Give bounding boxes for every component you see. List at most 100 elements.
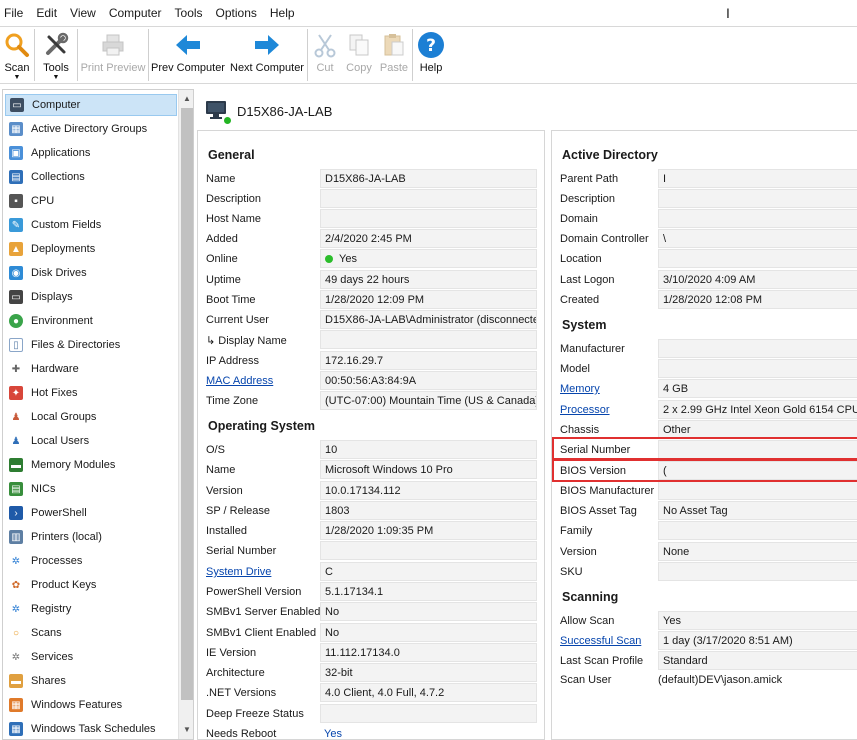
sidebar-item-custom-fields[interactable]: ✎ Custom Fields: [5, 214, 177, 236]
ad-created-value: 1/28/2020 12:08 PM: [658, 290, 857, 309]
general-mac-address-link[interactable]: MAC Address: [206, 375, 273, 387]
general-section-title: General: [208, 148, 255, 162]
ad-description-value: [658, 189, 857, 208]
print-preview-button[interactable]: Print Preview: [78, 27, 148, 83]
sidebar-item-cpu[interactable]: ▪ CPU: [5, 190, 177, 212]
menu-view[interactable]: View: [70, 6, 96, 20]
menu-options[interactable]: Options: [216, 6, 257, 20]
sidebar-item-collections[interactable]: ▤ Collections: [5, 166, 177, 188]
general-name-label: Name: [206, 173, 236, 185]
scanning-allow-scan-value: Yes: [658, 611, 857, 630]
sidebar-item-environment[interactable]: ● Environment: [5, 310, 177, 332]
scissors-icon: [311, 31, 339, 59]
copy-button[interactable]: Copy: [342, 27, 376, 83]
sidebar-item-services[interactable]: ✲ Services: [5, 646, 177, 668]
scanning-last-scan-profile-value: Standard: [658, 651, 857, 670]
arrow-left-icon: [174, 31, 202, 59]
menu-computer[interactable]: Computer: [109, 6, 162, 20]
system-bios-manufacturer-value: [658, 481, 857, 500]
next-computer-button[interactable]: Next Computer: [227, 27, 307, 83]
help-button[interactable]: ? Help: [413, 27, 449, 83]
help-icon: ?: [417, 31, 445, 59]
scrollbar-thumb[interactable]: [181, 108, 193, 700]
arrow-right-icon: [253, 31, 281, 59]
system-processor-link[interactable]: Processor: [560, 404, 610, 416]
os-system-drive-link[interactable]: System Drive: [206, 566, 271, 578]
sidebar-item-local-users[interactable]: ♟ Local Users: [5, 430, 177, 452]
sidebar-scrollbar[interactable]: ▲ ▼: [178, 90, 193, 739]
sidebar-item-applications[interactable]: ▣ Applications: [5, 142, 177, 164]
sidebar-item-displays[interactable]: ▭ Displays: [5, 286, 177, 308]
system-bios-asset-tag-label: BIOS Asset Tag: [560, 505, 637, 517]
environment-icon: ●: [9, 314, 23, 328]
paste-button[interactable]: Paste: [376, 27, 412, 83]
sidebar-item-printers-local[interactable]: ▥ Printers (local): [5, 526, 177, 548]
ad-parent-path-label: Parent Path: [560, 173, 619, 185]
scanning-scan-user-label: Scan User: [560, 674, 612, 686]
sidebar-item-shares[interactable]: ▬ Shares: [5, 670, 177, 692]
os-installed-label: Installed: [206, 525, 247, 537]
system-bios-manufacturer-label: BIOS Manufacturer: [560, 485, 655, 497]
collections-icon: ▤: [9, 170, 23, 184]
os-sp-release-value: 1803: [320, 501, 537, 520]
ad-last-logon-label: Last Logon: [560, 274, 615, 286]
sidebar-item-windows-features[interactable]: ▦ Windows Features: [5, 694, 177, 716]
ad-last-logon-value: 3/10/2020 4:09 AM: [658, 270, 857, 289]
ad-domain-label: Domain: [560, 213, 598, 225]
os-needs-reboot-label: Needs Reboot: [206, 728, 277, 740]
sidebar-item-processes[interactable]: ✲ Processes: [5, 550, 177, 572]
sidebar-item-scans[interactable]: ○ Scans: [5, 622, 177, 644]
general-ip-address-value: 172.16.29.7: [320, 351, 537, 370]
system-memory-link[interactable]: Memory: [560, 383, 600, 395]
menu-file[interactable]: File: [4, 6, 23, 20]
general-time-zone-label: Time Zone: [206, 395, 259, 407]
scanning-successful-scan-link[interactable]: Successful Scan: [560, 635, 641, 647]
sidebar-item-disk-drives[interactable]: ◉ Disk Drives: [5, 262, 177, 284]
general-boot-time-label: Boot Time: [206, 294, 256, 306]
system-model-label: Model: [560, 363, 590, 375]
sidebar-item-nics[interactable]: ▤ NICs: [5, 478, 177, 500]
sidebar-item-product-keys[interactable]: ✿ Product Keys: [5, 574, 177, 596]
sidebar-item-memory-modules[interactable]: ▬ Memory Modules: [5, 454, 177, 476]
os-ie-version-value: 11.112.17134.0: [320, 643, 537, 662]
general-current-user-label: Current User: [206, 314, 269, 326]
menu-tools[interactable]: Tools: [175, 6, 203, 20]
os-version-label: Version: [206, 485, 243, 497]
sidebar-item-hardware[interactable]: ✚ Hardware: [5, 358, 177, 380]
cut-button[interactable]: Cut: [308, 27, 342, 83]
text-cursor-icon: I: [726, 5, 730, 21]
category-sidebar: ▭ Computer ▦ Active Directory Groups ▣ Appl…: [2, 89, 194, 740]
prev-computer-button[interactable]: Prev Computer: [149, 27, 227, 83]
os-serial-number-value: [320, 541, 537, 560]
general-display-name-value: [320, 330, 537, 349]
sidebar-item-windows-task-schedules[interactable]: ▦ Windows Task Schedules: [5, 718, 177, 739]
scroll-down-icon[interactable]: ▼: [179, 721, 193, 737]
windows-features-icon: ▦: [9, 698, 23, 712]
sidebar-item-local-groups[interactable]: ♟ Local Groups: [5, 406, 177, 428]
sidebar-item-files-directories[interactable]: ▯ Files & Directories: [5, 334, 177, 356]
sidebar-item-active-directory-groups[interactable]: ▦ Active Directory Groups: [5, 118, 177, 140]
tools-button[interactable]: Tools ▼: [35, 27, 77, 83]
system-memory-value: 4 GB: [658, 379, 857, 398]
sidebar-item-hot-fixes[interactable]: ✦ Hot Fixes: [5, 382, 177, 404]
sidebar-item-registry[interactable]: ✲ Registry: [5, 598, 177, 620]
menu-edit[interactable]: Edit: [36, 6, 57, 20]
applications-icon: ▣: [9, 146, 23, 160]
sidebar-item-computer[interactable]: ▭ Computer: [5, 94, 177, 116]
ad-parent-path-value: I: [658, 169, 857, 188]
cpu-icon: ▪: [9, 194, 23, 208]
menu-help[interactable]: Help: [270, 6, 295, 20]
scan-button[interactable]: Scan ▼: [0, 27, 34, 83]
os-architecture-label: Architecture: [206, 667, 265, 679]
svg-text:?: ?: [426, 36, 436, 56]
sidebar-item-powershell[interactable]: › PowerShell: [5, 502, 177, 524]
os-needs-reboot-value[interactable]: Yes: [320, 724, 537, 740]
system-manufacturer-value: [658, 339, 857, 358]
general-host-name-label: Host Name: [206, 213, 262, 225]
os-powershell-version-value: 5.1.17134.1: [320, 582, 537, 601]
chevron-down-icon: ▼: [13, 74, 21, 81]
scroll-up-icon[interactable]: ▲: [179, 90, 193, 106]
scanning-successful-scan-value: 1 day (3/17/2020 8:51 AM): [658, 631, 857, 650]
hardware-icon: ✚: [11, 363, 21, 375]
sidebar-item-deployments[interactable]: ▲ Deployments: [5, 238, 177, 260]
